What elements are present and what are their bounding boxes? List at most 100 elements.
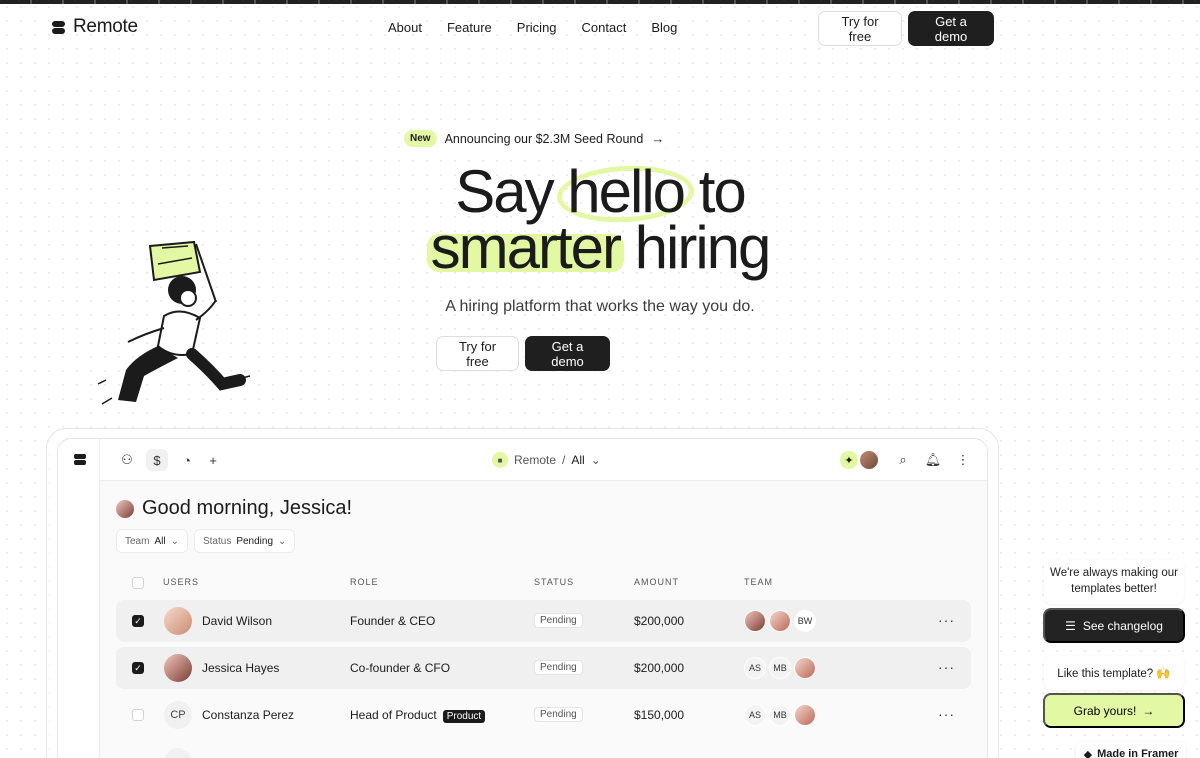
nav-link-feature[interactable]: Feature (447, 20, 492, 35)
search-icon[interactable]: ⌕ (892, 449, 914, 471)
status-badge: Pending (534, 707, 583, 722)
remote-logo-icon (52, 20, 65, 34)
user-avatar (164, 607, 192, 635)
status-filter-label: Status (202, 535, 232, 547)
col-team: TEAM (744, 577, 774, 587)
team-filter-value: All (154, 535, 166, 547)
row-checkbox[interactable] (132, 709, 144, 721)
status-filter-value: Pending (236, 535, 274, 547)
nav-link-about[interactable]: About (388, 20, 422, 35)
table-row[interactable] (116, 741, 971, 758)
announcement-banner[interactable]: New Announcing our $2.3M Seed Round → (402, 128, 671, 149)
made-in-framer-badge[interactable]: ◆ Made in Framer (1076, 742, 1186, 758)
row-checkbox[interactable]: ✓ (132, 615, 144, 627)
user-role: Head of Product (350, 708, 437, 722)
hero-get-demo-button[interactable]: Get a demo (525, 336, 610, 371)
workspace-name: Remote (514, 453, 557, 467)
see-changelog-label: See changelog (1082, 618, 1163, 633)
filters: Team All ⌄ Status Pending ⌄ (116, 529, 296, 553)
hero-try-free-button[interactable]: Try for free (436, 336, 519, 371)
framer-logo-icon: ◆ (1083, 748, 1093, 758)
team-avatar (769, 610, 791, 632)
table-row[interactable]: ✓ Jessica Hayes Co-founder & CFO Pending… (116, 647, 971, 689)
team-avatar: BW (794, 610, 816, 632)
row-more-icon[interactable]: ··· (938, 659, 955, 675)
hero-title: Say hello to smarter hiring (300, 162, 900, 281)
new-badge: New (404, 130, 437, 147)
hero-subtitle: A hiring platform that works the way you… (445, 298, 755, 315)
app-logo-icon[interactable] (74, 454, 86, 466)
sparkle-icon[interactable]: ✦ (840, 451, 858, 469)
chevron-down-icon: ⌄ (278, 535, 287, 547)
col-amount: AMOUNT (634, 577, 679, 587)
table-header: USERS ROLE STATUS AMOUNT TEAM (116, 577, 971, 591)
user-role: Co-founder & CFO (350, 661, 451, 675)
user-initials-avatar: CP (164, 701, 192, 729)
brand-logo[interactable]: Remote (52, 16, 138, 38)
team-filter-label: Team (125, 535, 150, 547)
chevron-down-icon: ⌄ (170, 535, 179, 547)
app-preview: ⚇ $ ◔ + ■ Remote / All ⌄ ✦ ⌕ 🔔︎ ⋮ Good m… (57, 438, 988, 758)
breadcrumb-separator: / (562, 453, 566, 467)
row-more-icon[interactable]: ··· (938, 612, 955, 628)
dollar-icon[interactable]: $ (146, 449, 168, 471)
user-role: Founder & CEO (350, 614, 436, 628)
announcement-text: Announcing our $2.3M Seed Round (444, 131, 644, 146)
status-badge: Pending (534, 613, 583, 628)
greeting: Good morning, Jessica! (116, 497, 352, 520)
team-avatar (794, 704, 816, 726)
team-avatars: AS MB (744, 704, 816, 726)
made-in-framer-label: Made in Framer (1097, 748, 1179, 758)
nav-get-demo-button[interactable]: Get a demo (908, 11, 994, 46)
nav-link-blog[interactable]: Blog (651, 20, 677, 35)
bell-icon[interactable]: 🔔︎ (922, 449, 944, 471)
row-checkbox[interactable]: ✓ (132, 662, 144, 674)
arrow-right-icon: → (1142, 703, 1155, 718)
team-avatar: AS (744, 704, 766, 726)
user-name: David Wilson (202, 614, 273, 628)
team-filter[interactable]: Team All ⌄ (116, 529, 188, 553)
amount: $150,000 (634, 708, 685, 722)
user-initials-avatar (164, 748, 192, 758)
chart-icon[interactable]: ◔ (176, 449, 198, 471)
user-avatar (164, 654, 192, 682)
status-filter[interactable]: Status Pending ⌄ (193, 529, 296, 553)
row-more-icon[interactable]: ··· (938, 706, 955, 722)
select-all-checkbox[interactable] (132, 577, 144, 589)
running-person-flag-illustration (97, 240, 251, 405)
table-row[interactable]: CP Constanza Perez Head of Product Produc… (116, 694, 971, 736)
greeting-avatar (116, 499, 134, 518)
col-role: ROLE (350, 577, 379, 587)
user-name: Constanza Perez (202, 708, 295, 722)
status-badge: Pending (534, 660, 583, 675)
team-avatar: MB (769, 657, 791, 679)
nav-link-pricing[interactable]: Pricing (517, 20, 557, 35)
nav-link-contact[interactable]: Contact (582, 20, 627, 35)
grab-yours-button[interactable]: Grab yours! → (1043, 693, 1185, 728)
hero-title-smarter: smarter (426, 214, 625, 281)
chevron-down-icon: ⌄ (590, 453, 601, 467)
user-role-cell: Head of Product Product (350, 708, 486, 723)
top-strip (0, 0, 1200, 4)
col-status: STATUS (534, 577, 575, 587)
plus-icon[interactable]: + (202, 449, 224, 471)
template-note: We're always making our templates better… (1044, 560, 1184, 604)
team-avatars: BW (744, 610, 816, 632)
nav-try-free-button[interactable]: Try for free (818, 11, 902, 46)
grab-yours-label: Grab yours! (1073, 703, 1137, 718)
user-name: Jessica Hayes (202, 661, 280, 675)
workspace-breadcrumb[interactable]: ■ Remote / All ⌄ (492, 452, 601, 468)
users-icon[interactable]: ⚇ (116, 449, 138, 471)
app-sidebar (58, 439, 100, 758)
team-avatar (744, 610, 766, 632)
team-avatar (794, 657, 816, 679)
more-vertical-icon[interactable]: ⋮ (952, 449, 974, 471)
greeting-text: Good morning, Jessica! (142, 497, 353, 519)
brand-name: Remote (73, 16, 138, 37)
table-row[interactable]: ✓ David Wilson Founder & CEO Pending $20… (116, 600, 971, 642)
arrow-right-icon: → (651, 131, 665, 146)
team-avatars: AS MB (744, 657, 816, 679)
see-changelog-button[interactable]: ☰ See changelog (1043, 608, 1185, 643)
department-tag: Product (442, 710, 486, 723)
user-avatar[interactable] (860, 451, 878, 469)
